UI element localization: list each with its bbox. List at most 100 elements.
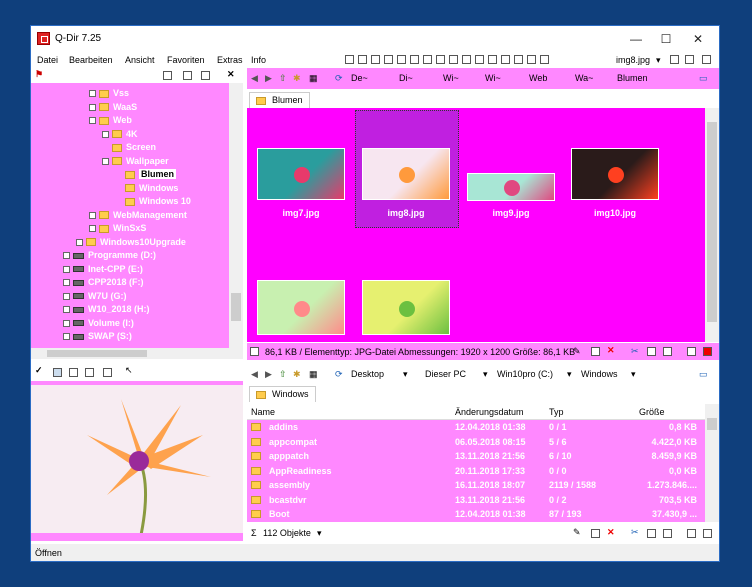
up-icon[interactable]: ⇧ bbox=[279, 369, 287, 380]
refresh-icon[interactable]: ⟳ bbox=[335, 369, 343, 380]
table-row[interactable]: appcompat 06.05.2018 08:15 5 / 6 4.422,0 KB bbox=[247, 435, 705, 450]
tree-item[interactable]: WebManagement bbox=[89, 209, 187, 222]
addr-bottom-chevron-icon[interactable]: ▾ bbox=[403, 369, 408, 380]
close-pane-icon[interactable] bbox=[703, 347, 712, 356]
wand-icon[interactable]: ✎ bbox=[573, 346, 581, 357]
tree-item[interactable]: W7U (G:) bbox=[63, 290, 127, 303]
addr-bottom-0[interactable]: Desktop bbox=[351, 369, 384, 379]
expander-icon[interactable] bbox=[76, 238, 83, 246]
copy-icon[interactable] bbox=[647, 529, 656, 538]
expander-icon[interactable] bbox=[63, 333, 70, 341]
book-icon[interactable] bbox=[103, 368, 112, 377]
preview-icon[interactable] bbox=[53, 368, 62, 377]
table-row[interactable]: bcastdvr 13.11.2018 21:56 0 / 2 703,5 KB bbox=[247, 493, 705, 508]
monitor-icon[interactable]: ▭ bbox=[699, 73, 708, 84]
expander-icon[interactable] bbox=[102, 130, 109, 138]
thumbnail[interactable] bbox=[467, 173, 555, 201]
current-file-label[interactable]: img8.jpg bbox=[616, 55, 650, 65]
minimize-button[interactable]: — bbox=[621, 30, 651, 48]
network-icon[interactable]: ⚑ bbox=[35, 69, 43, 80]
view-mode-icon[interactable]: ▦ bbox=[309, 369, 318, 380]
properties-icon[interactable] bbox=[687, 347, 696, 356]
grid-icon[interactable] bbox=[163, 71, 172, 80]
layout-icon[interactable] bbox=[384, 55, 393, 65]
tree-hscrollbar[interactable] bbox=[31, 348, 243, 359]
thumbnail[interactable] bbox=[257, 280, 345, 335]
col-name[interactable]: Name bbox=[251, 407, 275, 417]
tree-icon[interactable] bbox=[85, 368, 94, 377]
addr-top-3[interactable]: Wi~ bbox=[485, 73, 501, 83]
wand-icon[interactable]: ✎ bbox=[573, 527, 581, 538]
addr-top-5[interactable]: Wa~ bbox=[575, 73, 593, 83]
table-row[interactable]: AppReadiness 20.11.2018 17:33 0 / 0 0,0 KB bbox=[247, 464, 705, 479]
tools-icon[interactable] bbox=[702, 55, 711, 64]
close-button[interactable]: ✕ bbox=[683, 30, 713, 48]
table-row[interactable]: Boot 12.04.2018 01:38 87 / 193 37.430,9 ... bbox=[247, 507, 705, 522]
addr-top-2[interactable]: Wi~ bbox=[443, 73, 459, 83]
layout-icon[interactable] bbox=[527, 55, 536, 65]
maximize-button[interactable]: ☐ bbox=[651, 30, 681, 48]
addr-bottom-3[interactable]: Windows bbox=[581, 369, 618, 379]
tree-item[interactable]: Windows 10 bbox=[115, 195, 191, 208]
view-mode-icon[interactable]: ▦ bbox=[309, 73, 318, 84]
delete-icon[interactable]: ✕ bbox=[607, 527, 615, 538]
delete-icon[interactable]: ✕ bbox=[607, 345, 615, 356]
forward-icon[interactable]: ▶ bbox=[265, 73, 272, 84]
new-folder-icon[interactable]: ✱ bbox=[293, 73, 301, 84]
mail-icon[interactable] bbox=[591, 347, 600, 356]
addr-top-4[interactable]: Web bbox=[529, 73, 547, 83]
tab-windows[interactable]: Windows bbox=[249, 386, 316, 402]
grid-icon[interactable] bbox=[69, 368, 78, 377]
up-icon[interactable]: ⇧ bbox=[279, 73, 287, 84]
tree-vscroll-thumb[interactable] bbox=[231, 293, 241, 321]
layout-icon[interactable] bbox=[540, 55, 549, 65]
addr-top-1[interactable]: Di~ bbox=[399, 73, 413, 83]
tree-item[interactable]: Programme (D:) bbox=[63, 249, 156, 262]
thumbnail[interactable] bbox=[257, 148, 345, 200]
tree-item[interactable]: 4K bbox=[102, 128, 138, 141]
layout-icon[interactable] bbox=[358, 55, 367, 65]
new-folder-icon[interactable]: ✱ bbox=[293, 369, 301, 380]
expander-icon[interactable] bbox=[63, 319, 70, 327]
tree-item[interactable]: Screen bbox=[102, 141, 156, 154]
mail-icon[interactable] bbox=[591, 529, 600, 538]
expander-icon[interactable] bbox=[63, 292, 70, 300]
list-vscroll-thumb[interactable] bbox=[707, 418, 717, 430]
col-size[interactable]: Größe bbox=[639, 407, 665, 417]
paste-icon[interactable] bbox=[663, 347, 672, 356]
layout-icon[interactable] bbox=[410, 55, 419, 65]
object-count[interactable]: 112 Objekte bbox=[263, 528, 311, 538]
menu-ansicht[interactable]: Ansicht bbox=[125, 55, 155, 65]
tree-item[interactable]: WinSxS bbox=[89, 222, 146, 235]
layout-icon[interactable] bbox=[397, 55, 406, 65]
layout-icon[interactable] bbox=[371, 55, 380, 65]
tree-item[interactable]: Inet-CPP (E:) bbox=[63, 263, 143, 276]
addr-bottom-1[interactable]: Dieser PC bbox=[425, 369, 466, 379]
expander-icon[interactable] bbox=[63, 306, 70, 314]
view-vscroll-thumb[interactable] bbox=[707, 122, 717, 322]
view-vscrollbar[interactable] bbox=[705, 108, 719, 342]
menu-bearbeiten[interactable]: Bearbeiten bbox=[69, 55, 113, 65]
tree-item[interactable]: Windows10Upgrade bbox=[76, 236, 186, 249]
expander-icon[interactable] bbox=[63, 252, 70, 260]
addr-bottom-chevron-icon[interactable]: ▾ bbox=[631, 369, 636, 380]
col-type[interactable]: Typ bbox=[549, 407, 564, 417]
tree-item[interactable]: WaaS bbox=[89, 101, 137, 114]
expander-icon[interactable] bbox=[89, 211, 96, 219]
tree-item[interactable]: Wallpaper bbox=[102, 155, 169, 168]
image-icon[interactable] bbox=[703, 529, 712, 538]
star-icon[interactable] bbox=[685, 55, 694, 64]
table-row[interactable]: addins 12.04.2018 01:38 0 / 1 0,8 KB bbox=[247, 420, 705, 435]
tree-item[interactable]: Windows bbox=[115, 182, 178, 195]
dropdown-chevron-icon[interactable]: ▾ bbox=[317, 528, 322, 539]
find-icon[interactable] bbox=[201, 71, 210, 80]
close-tree-icon[interactable]: ✕ bbox=[227, 69, 235, 80]
back-icon[interactable]: ◀ bbox=[251, 73, 258, 84]
copy-icon[interactable] bbox=[647, 347, 656, 356]
page-icon[interactable] bbox=[183, 71, 192, 80]
layout-icon[interactable] bbox=[345, 55, 354, 65]
tree-hscroll-thumb[interactable] bbox=[47, 350, 147, 357]
paste-icon[interactable] bbox=[663, 529, 672, 538]
expander-icon[interactable] bbox=[63, 279, 70, 287]
cut-icon[interactable]: ✂ bbox=[631, 527, 639, 538]
